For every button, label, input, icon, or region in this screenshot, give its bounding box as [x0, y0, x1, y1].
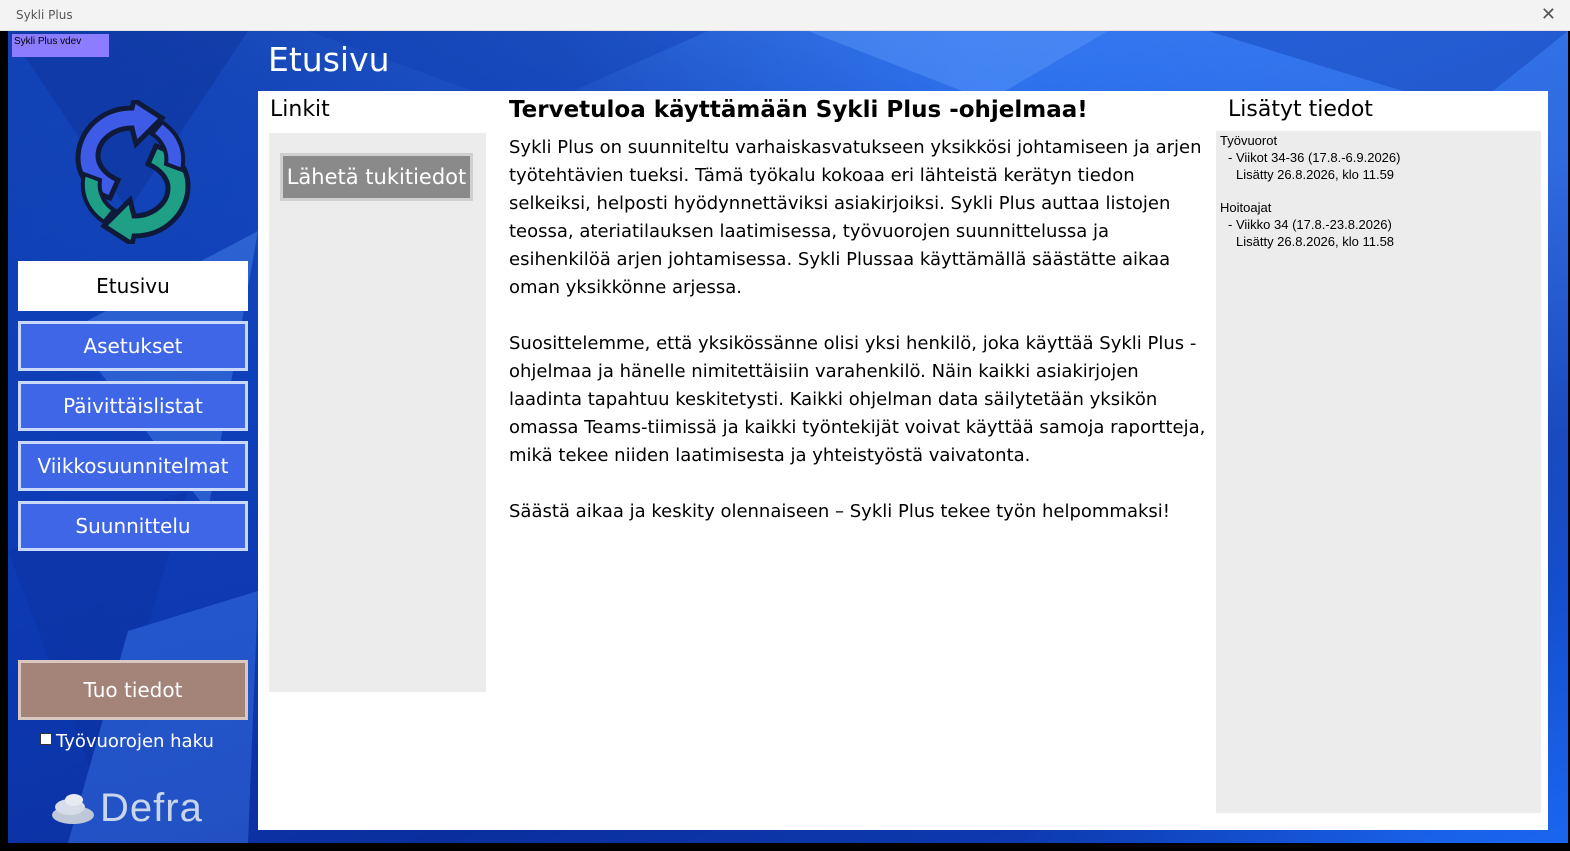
- nav-viikkosuunnitelmat[interactable]: Viikkosuunnitelmat: [18, 441, 248, 491]
- welcome-paragraph: Säästä aikaa ja keskity olennaiseen – Sy…: [509, 501, 1171, 522]
- nav-paivittaislistat-label: Päivittäislistat: [63, 394, 203, 418]
- shift-fetch-checkbox[interactable]: [40, 732, 52, 745]
- links-panel: Lähetä tukitiedot: [269, 133, 486, 692]
- added-group-range: - Viikko 34 (17.8.-23.8.2026): [1228, 217, 1392, 232]
- window-title: Sykli Plus: [16, 8, 73, 22]
- welcome-paragraph: Sykli Plus on suunniteltu varhaiskasvatu…: [509, 137, 1202, 298]
- nav-etusivu[interactable]: Etusivu: [18, 261, 248, 311]
- defra-logo: Defra: [50, 786, 203, 831]
- version-badge: Sykli Plus vdev: [12, 34, 109, 57]
- nav-suunnittelu[interactable]: Suunnittelu: [18, 501, 248, 551]
- added-group-name: Hoitoajat: [1220, 200, 1272, 215]
- send-support-info-label: Lähetä tukitiedot: [286, 165, 467, 189]
- defra-brand-text: Defra: [100, 786, 203, 830]
- nav-paivittaislistat[interactable]: Päivittäislistat: [18, 381, 248, 431]
- welcome-paragraph: Suosittelemme, että yksikössänne olisi y…: [509, 333, 1206, 466]
- added-group-tyovuorot: Työvuorot - Viikot 34-36 (17.8.-6.9.2026…: [1220, 132, 1537, 183]
- window-titlebar: Sykli Plus ✕: [0, 0, 1570, 31]
- nav-asetukset[interactable]: Asetukset: [18, 321, 248, 371]
- sykli-logo: [70, 96, 196, 248]
- nav-etusivu-label: Etusivu: [96, 274, 170, 298]
- nav-suunnittelu-label: Suunnittelu: [75, 514, 191, 538]
- added-data-heading: Lisätyt tiedot: [1228, 97, 1373, 122]
- added-group-range: - Viikot 34-36 (17.8.-6.9.2026): [1228, 150, 1401, 165]
- added-data-panel: Työvuorot - Viikot 34-36 (17.8.-6.9.2026…: [1216, 131, 1541, 813]
- nav-asetukset-label: Asetukset: [83, 334, 183, 358]
- sykli-logo-icon: [75, 96, 191, 248]
- links-heading: Linkit: [270, 97, 330, 122]
- send-support-info-button[interactable]: Lähetä tukitiedot: [280, 153, 473, 201]
- page-title: Etusivu: [268, 40, 390, 79]
- welcome-heading: Tervetuloa käyttämään Sykli Plus -ohjelm…: [509, 97, 1088, 123]
- close-icon[interactable]: ✕: [1541, 4, 1556, 26]
- main-content: Linkit Lähetä tukitiedot Tervetuloa käyt…: [258, 91, 1548, 830]
- added-group-timestamp: Lisätty 26.8.2026, klo 11.58: [1236, 234, 1395, 249]
- shift-fetch-label: Työvuorojen haku: [56, 731, 214, 752]
- welcome-text: Sykli Plus on suunniteltu varhaiskasvatu…: [509, 134, 1214, 554]
- nav-viikkosuunnitelmat-label: Viikkosuunnitelmat: [37, 454, 229, 478]
- import-data-button[interactable]: Tuo tiedot: [18, 660, 248, 720]
- added-group-name: Työvuorot: [1220, 133, 1278, 148]
- added-group-timestamp: Lisätty 26.8.2026, klo 11.59: [1236, 167, 1395, 182]
- shift-fetch-option[interactable]: Työvuorojen haku: [40, 731, 214, 752]
- defra-cloud-icon: [52, 793, 94, 824]
- import-data-label: Tuo tiedot: [83, 678, 183, 702]
- added-group-hoitoajat: Hoitoajat - Viikko 34 (17.8.-23.8.2026) …: [1220, 199, 1537, 250]
